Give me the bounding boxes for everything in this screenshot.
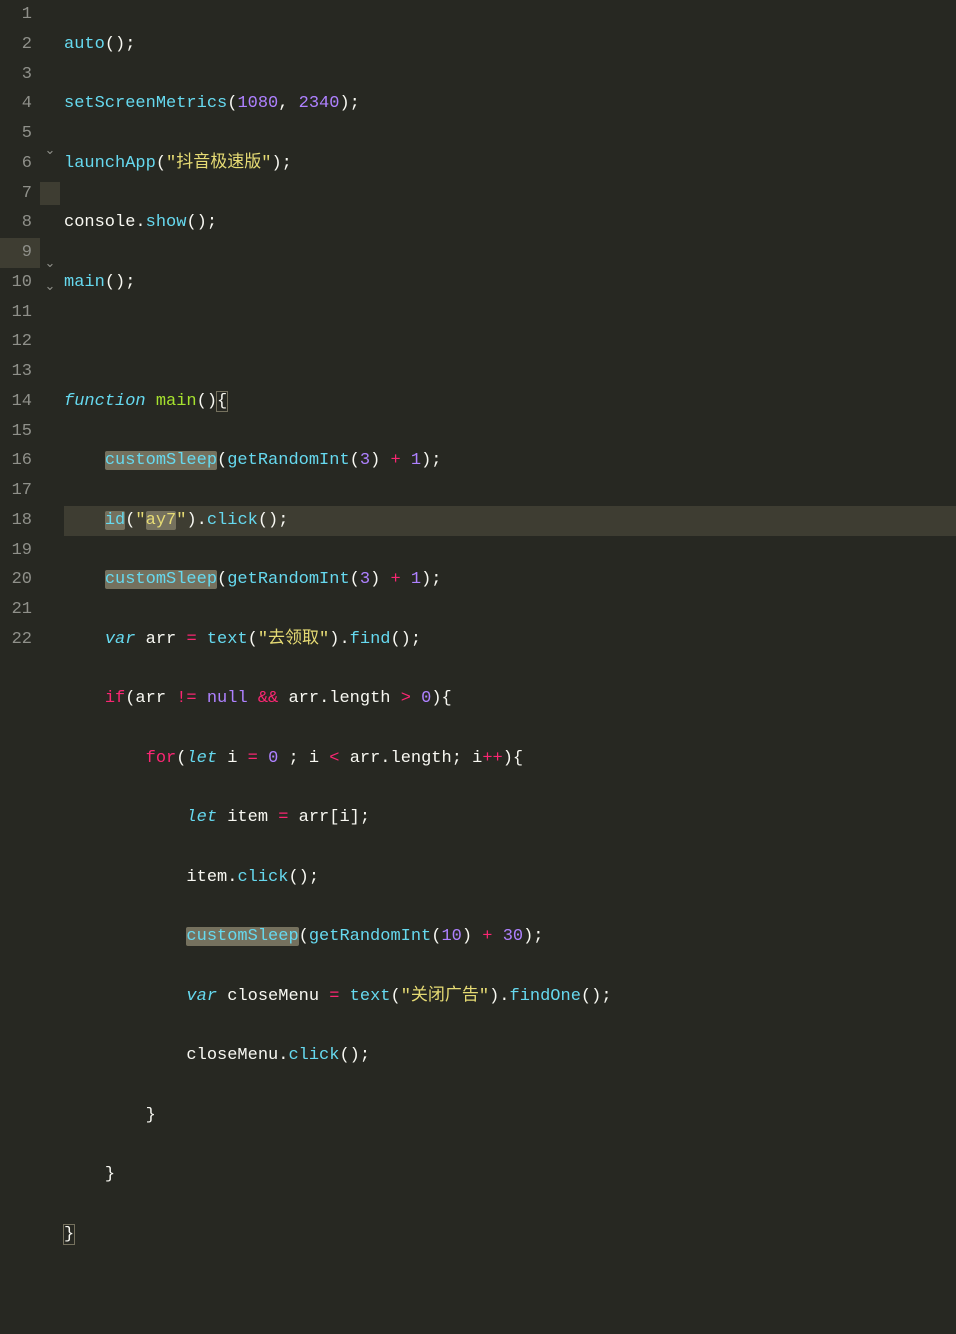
line-number[interactable]: 1 (6, 0, 32, 30)
code-line[interactable]: auto(); (64, 30, 956, 60)
line-number[interactable]: 9 (0, 238, 40, 268)
line-number[interactable]: 19 (6, 536, 32, 566)
line-number[interactable]: 15 (6, 417, 32, 447)
code-line[interactable]: setScreenMetrics(1080, 2340); (64, 89, 956, 119)
line-number[interactable]: 20 (6, 565, 32, 595)
line-number[interactable]: 3 (6, 60, 32, 90)
line-number[interactable]: 17 (6, 476, 32, 506)
code-line[interactable]: } (64, 1160, 956, 1190)
code-line[interactable] (64, 327, 956, 357)
line-number[interactable]: 16 (6, 446, 32, 476)
line-number[interactable]: 14 (6, 387, 32, 417)
code-line[interactable]: item.click(); (64, 863, 956, 893)
line-number[interactable]: 11 (6, 298, 32, 328)
line-number[interactable]: 7 (6, 179, 32, 209)
code-line[interactable]: launchApp("抖音极速版"); (64, 149, 956, 179)
fold-toggle-icon[interactable]: ⌄ (40, 273, 60, 296)
line-number[interactable]: 13 (6, 357, 32, 387)
line-number[interactable]: 21 (6, 595, 32, 625)
code-line[interactable]: var closeMenu = text("关闭广告").findOne(); (64, 982, 956, 1012)
code-line[interactable]: let item = arr[i]; (64, 803, 956, 833)
line-number[interactable]: 22 (6, 625, 32, 655)
code-line[interactable]: if(arr != null && arr.length > 0){ (64, 684, 956, 714)
fold-gutter[interactable]: ⌄ ⌄ ⌄ (40, 0, 60, 667)
editor-content[interactable]: auto(); setScreenMetrics(1080, 2340); la… (60, 0, 956, 667)
line-number[interactable]: 18 (6, 506, 32, 536)
code-line[interactable]: customSleep(getRandomInt(3) + 1); (64, 446, 956, 476)
code-line[interactable]: } (64, 1220, 956, 1250)
line-number[interactable]: 10 (6, 268, 32, 298)
code-line[interactable]: } (64, 1101, 956, 1131)
line-number[interactable]: 4 (6, 89, 32, 119)
code-line[interactable]: var arr = text("去领取").find(); (64, 625, 956, 655)
line-number[interactable]: 5 (6, 119, 32, 149)
code-line[interactable]: closeMenu.click(); (64, 1041, 956, 1071)
code-line[interactable] (64, 1279, 956, 1309)
fold-toggle-icon[interactable]: ⌄ (40, 250, 60, 273)
code-line[interactable]: customSleep(getRandomInt(3) + 1); (64, 565, 956, 595)
line-number[interactable]: 2 (6, 30, 32, 60)
code-line[interactable]: for(let i = 0 ; i < arr.length; i++){ (64, 744, 956, 774)
code-line[interactable]: function main(){ (64, 387, 956, 417)
code-line[interactable]: main(); (64, 268, 956, 298)
line-number[interactable]: 12 (6, 327, 32, 357)
code-line[interactable]: console.show(); (64, 208, 956, 238)
code-line[interactable]: customSleep(getRandomInt(10) + 30); (64, 922, 956, 952)
code-line-current[interactable]: id("ay7").click(); (64, 506, 956, 536)
fold-toggle-icon[interactable]: ⌄ (40, 137, 60, 160)
line-number-gutter[interactable]: 1 2 3 4 5 6 7 8 9 10 11 12 13 14 15 16 1… (0, 0, 40, 667)
line-number[interactable]: 6 (6, 149, 32, 179)
line-number[interactable]: 8 (6, 208, 32, 238)
